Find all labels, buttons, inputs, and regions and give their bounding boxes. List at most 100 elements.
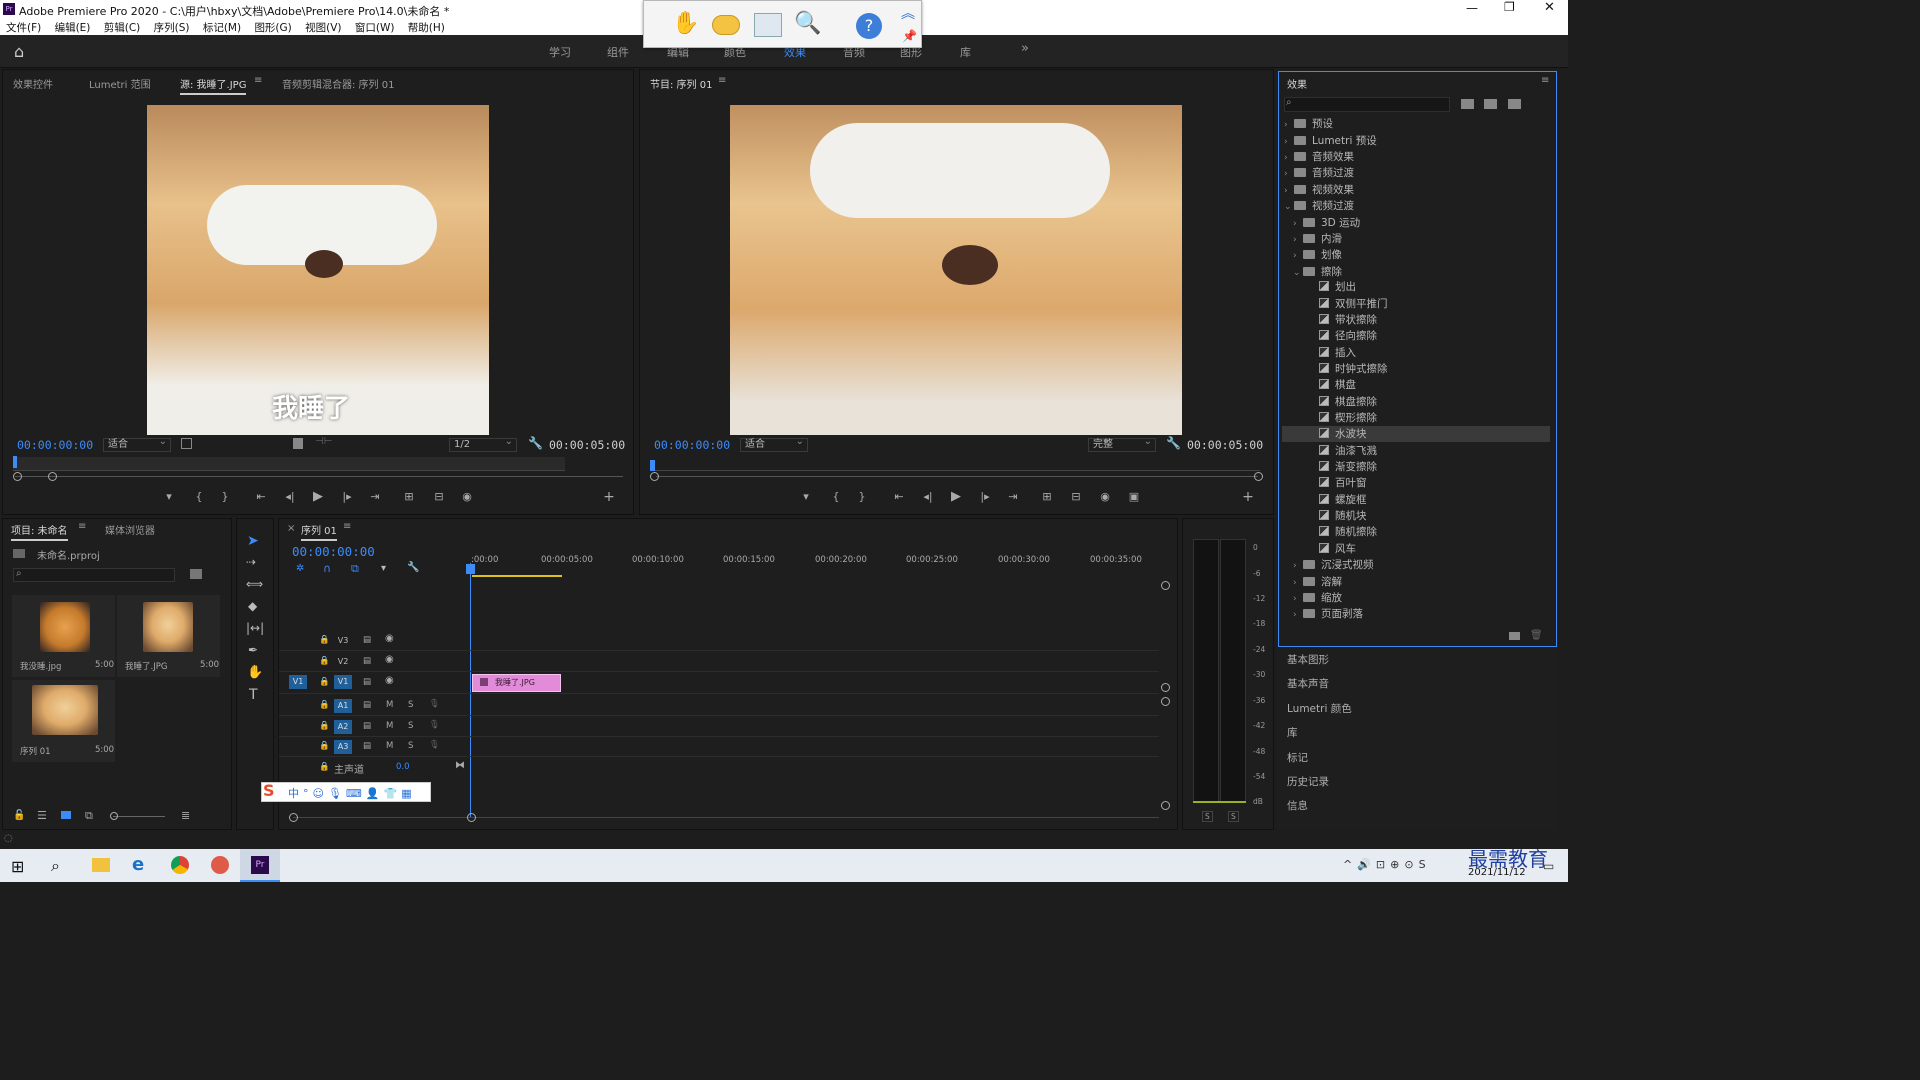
workspace-learn[interactable]: 学习 xyxy=(549,44,571,60)
panel-libraries[interactable]: 库 xyxy=(1287,725,1298,740)
source-time-ruler[interactable] xyxy=(13,457,565,471)
panel-menu-icon[interactable]: ≡ xyxy=(78,521,86,532)
program-timecode[interactable]: 00:00:00:00 xyxy=(654,438,730,452)
menu-clip[interactable]: 剪辑(C) xyxy=(104,20,141,35)
step-back-button[interactable]: ◂| xyxy=(282,490,298,503)
mark-in-button[interactable]: { xyxy=(828,490,844,503)
source-resolution-select[interactable]: 1/2 xyxy=(449,436,517,452)
effects-tree-item[interactable]: 楔形擦除 xyxy=(1284,410,1377,426)
effects-tree-item[interactable]: ⌄ 擦除 xyxy=(1284,264,1342,280)
source-fit-select[interactable]: 适合 xyxy=(103,436,171,452)
hand-tool-icon[interactable]: ✋ xyxy=(247,665,263,680)
sync-icon[interactable]: ▤ xyxy=(363,677,371,687)
tab-lumetri-scopes[interactable]: Lumetri 范围 xyxy=(89,76,151,91)
app-icon[interactable] xyxy=(211,856,229,874)
add-button[interactable]: + xyxy=(601,489,617,505)
lock-icon[interactable]: 🔒 xyxy=(319,635,330,645)
tab-project[interactable]: 项目: 未命名 xyxy=(11,522,68,541)
effects-tree-item[interactable]: › 音频过渡 xyxy=(1284,165,1354,181)
lock-icon[interactable]: 🔒 xyxy=(319,677,330,687)
snap-icon[interactable]: ∩ xyxy=(323,562,331,575)
timeline-clip[interactable]: 我睡了.JPG xyxy=(472,674,561,692)
panel-info[interactable]: 信息 xyxy=(1287,798,1308,813)
source-settings-icon[interactable] xyxy=(181,438,192,449)
solo-left-button[interactable]: S xyxy=(1202,811,1213,822)
hand-icon[interactable]: ✋ xyxy=(672,11,699,36)
zoom-handle-right[interactable] xyxy=(48,472,57,481)
insert-button[interactable]: ⊞ xyxy=(401,490,417,503)
eye-icon[interactable]: ◉ xyxy=(385,675,394,686)
effects-tree-item[interactable]: › 溶解 xyxy=(1284,574,1342,590)
step-back-button[interactable]: ◂| xyxy=(920,490,936,503)
playhead-head[interactable] xyxy=(466,564,475,574)
program-zoom-bar[interactable] xyxy=(656,476,1258,477)
lock-icon[interactable]: 🔒 xyxy=(319,656,330,666)
ime-icons[interactable]: 中°☺🎙⌨👤👕▦ xyxy=(288,785,416,801)
effects-tree-item[interactable]: 时钟式擦除 xyxy=(1284,361,1388,377)
lock-icon[interactable]: 🔒 xyxy=(319,700,330,710)
effects-tree-item[interactable]: 螺旋框 xyxy=(1284,492,1367,508)
track-label[interactable]: A1 xyxy=(334,699,352,713)
effects-tree-item[interactable]: 插入 xyxy=(1284,345,1356,361)
effects-tree-item[interactable]: › 视频效果 xyxy=(1284,182,1354,198)
new-bin-icon[interactable] xyxy=(190,569,202,579)
panel-history[interactable]: 历史记录 xyxy=(1287,774,1329,789)
comment-icon[interactable] xyxy=(712,15,740,35)
selection-tool-icon[interactable]: ➤ xyxy=(247,533,259,549)
mark-out-button[interactable]: } xyxy=(854,490,870,503)
icon-view-icon[interactable] xyxy=(61,811,71,819)
sync-icon[interactable]: ▤ xyxy=(363,721,371,731)
go-to-out-button[interactable]: ⇥ xyxy=(1005,490,1021,503)
zoom-slider[interactable] xyxy=(113,816,165,817)
effects-tree-item[interactable]: 棋盘擦除 xyxy=(1284,394,1377,410)
track-label[interactable]: V2 xyxy=(334,655,352,669)
close-button[interactable]: ✕ xyxy=(1544,0,1555,15)
effects-search-input[interactable] xyxy=(1284,97,1450,112)
effects-tree-item[interactable]: 棋盘 xyxy=(1284,377,1356,393)
v-scroll-handle[interactable] xyxy=(1161,581,1170,590)
export-icon[interactable] xyxy=(754,13,782,37)
zoom-handle-right[interactable] xyxy=(1254,472,1263,481)
effects-tree-item[interactable]: › 3D 运动 xyxy=(1284,215,1360,231)
32bit-effects-icon[interactable] xyxy=(1484,99,1497,109)
track-label[interactable]: A3 xyxy=(334,740,352,754)
master-volume[interactable]: 0.0 xyxy=(396,762,410,772)
tab-effect-controls[interactable]: 效果控件 xyxy=(13,76,53,91)
add-marker-icon[interactable]: ▾ xyxy=(381,563,386,574)
tab-media-browser[interactable]: 媒体浏览器 xyxy=(105,522,155,537)
home-icon[interactable]: ⌂ xyxy=(14,42,24,61)
effects-tree-item-selected[interactable]: 水波块 xyxy=(1282,426,1550,442)
panel-essential-graphics[interactable]: 基本图形 xyxy=(1287,652,1329,667)
go-to-in-button[interactable]: ⇤ xyxy=(891,490,907,503)
microphone-icon[interactable]: 🎙 xyxy=(429,720,440,730)
file-explorer-icon[interactable] xyxy=(92,858,110,872)
solo-right-button[interactable]: S xyxy=(1228,811,1239,822)
mark-out-button[interactable]: } xyxy=(217,490,233,503)
edge-icon[interactable]: e xyxy=(132,854,144,875)
solo-button[interactable]: S xyxy=(408,741,413,751)
pen-tool-icon[interactable]: ✒ xyxy=(248,643,258,657)
timeline-scrollbar[interactable] xyxy=(293,817,1159,818)
mute-button[interactable]: M xyxy=(386,741,393,751)
lock-icon[interactable]: 🔒 xyxy=(319,762,330,772)
sync-icon[interactable]: ▤ xyxy=(363,741,371,751)
sogou-logo-icon[interactable]: S xyxy=(263,781,275,800)
lock-icon[interactable]: 🔒 xyxy=(319,741,330,751)
v-scroll-handle[interactable] xyxy=(1161,697,1170,706)
export-frame-icon[interactable]: ◉ xyxy=(1097,490,1113,503)
scroll-handle-left[interactable] xyxy=(289,813,298,822)
sync-icon[interactable]: ▤ xyxy=(363,700,371,710)
go-to-out-button[interactable]: ⇥ xyxy=(367,490,383,503)
panel-menu-icon[interactable]: ≡ xyxy=(343,521,351,532)
add-marker-button[interactable]: ▾ xyxy=(161,490,177,503)
track-label[interactable]: V3 xyxy=(334,634,352,648)
v-scroll-handle[interactable] xyxy=(1161,801,1170,810)
project-search-input[interactable] xyxy=(13,568,175,582)
zoom-slider-handle[interactable] xyxy=(110,812,118,820)
lock-icon[interactable]: 🔓 xyxy=(13,810,25,821)
menu-window[interactable]: 窗口(W) xyxy=(355,20,395,35)
effects-tree-item[interactable]: 径向擦除 xyxy=(1284,328,1377,344)
wrench-icon[interactable]: 🔧 xyxy=(528,436,543,450)
tab-program[interactable]: 节目: 序列 01 xyxy=(650,76,712,91)
ripple-edit-tool-icon[interactable]: ⟺ xyxy=(246,577,263,591)
